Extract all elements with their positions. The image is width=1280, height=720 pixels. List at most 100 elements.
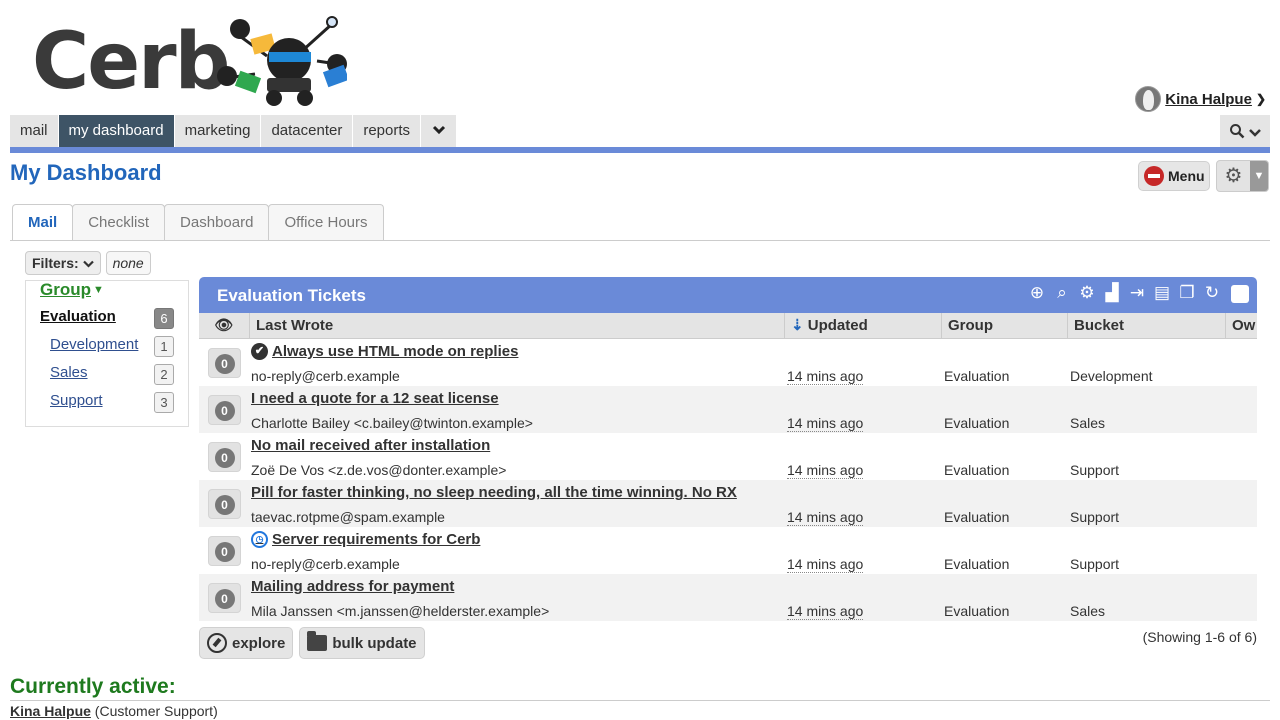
worklist-title: Evaluation Tickets xyxy=(217,286,366,305)
page-menu-button[interactable]: Menu xyxy=(1138,161,1210,191)
ticket-group: Evaluation xyxy=(944,556,1010,572)
group-count-badge: 1 xyxy=(154,336,174,357)
ticket-subject-link[interactable]: Mailing address for payment xyxy=(251,578,454,595)
worklist-toolbar: ⊕ ⌕ ⚙ ▟ ⇥ ▤ ❐ ↻ xyxy=(1027,283,1249,303)
ticket-updated: 14 mins ago xyxy=(787,603,864,620)
group-item-development[interactable]: Development xyxy=(50,336,138,353)
cerb-logo[interactable]: Cerb xyxy=(32,16,347,108)
group-heading[interactable]: Group ▼ xyxy=(40,280,104,300)
filters-bar: Filters: none xyxy=(25,251,151,275)
ticket-subject-link[interactable]: I need a quote for a 12 seat license xyxy=(251,390,499,407)
page-settings-button[interactable]: ⚙ ▼ xyxy=(1216,160,1269,192)
ticket-sender: Charlotte Bailey <c.bailey@twinton.examp… xyxy=(251,415,533,431)
nav-tab-datacenter[interactable]: datacenter xyxy=(261,115,354,147)
currently-active-heading: Currently active: xyxy=(10,675,176,698)
user-name-link[interactable]: Kina Halpue xyxy=(1165,91,1252,108)
table-row: 0 ◷ Server requirements for Cerb no-reply… xyxy=(199,527,1257,574)
nav-tab-my-dashboard[interactable]: my dashboard xyxy=(58,115,175,147)
ticket-updated: 14 mins ago xyxy=(787,509,864,526)
worklist-actions: explore bulk update xyxy=(199,627,425,659)
message-count-button[interactable]: 0 xyxy=(208,489,241,519)
chevron-down-icon[interactable]: ❯ xyxy=(1256,92,1266,106)
table-row: 0 Mailing address for payment Mila Janss… xyxy=(199,574,1257,621)
search-icon xyxy=(1230,124,1245,139)
column-last-wrote[interactable]: Last Wrote xyxy=(250,313,785,338)
page-title: My Dashboard xyxy=(10,160,162,185)
column-updated-label: Updated xyxy=(807,317,868,334)
group-count-badge: 3 xyxy=(154,392,174,413)
group-item-sales[interactable]: Sales xyxy=(50,364,88,381)
folder-icon xyxy=(307,631,328,651)
compass-icon xyxy=(207,633,227,653)
gear-icon[interactable]: ⚙ xyxy=(1077,283,1097,303)
bulk-update-button[interactable]: bulk update xyxy=(299,627,425,659)
nav-tab-marketing[interactable]: marketing xyxy=(174,115,262,147)
active-user-link[interactable]: Kina Halpue xyxy=(10,703,91,719)
nav-more-chevron-icon[interactable] xyxy=(421,115,458,147)
ticket-sender: Mila Janssen <m.janssen@helderster.examp… xyxy=(251,603,550,619)
nav-tab-mail[interactable]: mail xyxy=(10,115,59,147)
message-count: 0 xyxy=(214,354,235,374)
ticket-bucket: Support xyxy=(1070,509,1120,525)
table-row: 0 ✔ Always use HTML mode on replies no-re… xyxy=(199,339,1257,386)
section-divider xyxy=(10,700,1270,701)
user-menu[interactable]: Kina Halpue ❯ xyxy=(1135,86,1266,112)
ticket-subject-link[interactable]: ◷ Server requirements for Cerb xyxy=(251,531,480,548)
filters-dropdown[interactable]: Filters: xyxy=(25,251,101,275)
ticket-subject-link[interactable]: No mail received after installation xyxy=(251,437,490,454)
ticket-subject-link[interactable]: ✔ Always use HTML mode on replies xyxy=(251,343,518,360)
chart-icon[interactable]: ▟ xyxy=(1102,283,1122,303)
column-group[interactable]: Group xyxy=(942,313,1068,338)
copy-icon[interactable]: ❐ xyxy=(1177,283,1197,303)
ticket-updated: 14 mins ago xyxy=(787,462,864,479)
search-menu-button[interactable] xyxy=(1220,115,1270,147)
no-entry-icon xyxy=(1144,166,1164,186)
ticket-worklist: Evaluation Tickets ⊕ ⌕ ⚙ ▟ ⇥ ▤ ❐ ↻ 👁 Las… xyxy=(199,277,1257,621)
column-owner[interactable]: Ow xyxy=(1226,313,1257,338)
message-count-button[interactable]: 0 xyxy=(208,348,241,378)
group-item-support[interactable]: Support xyxy=(50,392,103,409)
tab-office-hours[interactable]: Office Hours xyxy=(268,204,384,240)
ticket-sender: Zoë De Vos <z.de.vos@donter.example> xyxy=(251,462,507,478)
group-count-badge: 6 xyxy=(154,308,174,329)
message-count-button[interactable]: 0 xyxy=(208,536,241,566)
ticket-updated: 14 mins ago xyxy=(787,415,864,432)
eye-icon[interactable]: 👁 xyxy=(199,313,250,338)
clock-icon: ◷ xyxy=(251,531,268,548)
search-icon[interactable]: ⌕ xyxy=(1052,283,1072,303)
refresh-icon[interactable]: ↻ xyxy=(1202,283,1222,303)
ticket-bucket: Sales xyxy=(1070,415,1106,431)
table-row: 0 No mail received after installation Zo… xyxy=(199,433,1257,480)
message-count: 0 xyxy=(214,401,235,421)
tab-checklist[interactable]: Checklist xyxy=(72,204,166,240)
ticket-group: Evaluation xyxy=(944,415,1010,431)
message-count-button[interactable]: 0 xyxy=(208,442,241,472)
column-updated[interactable]: ⇣ Updated xyxy=(785,313,942,338)
nav-tab-reports[interactable]: reports xyxy=(353,115,422,147)
ticket-updated: 14 mins ago xyxy=(787,556,864,573)
ticket-sender: no-reply@cerb.example xyxy=(251,556,400,572)
chevron-down-icon xyxy=(82,260,94,268)
message-count-button[interactable]: 0 xyxy=(208,395,241,425)
import-icon[interactable]: ⇥ xyxy=(1127,283,1147,303)
ticket-group: Evaluation xyxy=(944,603,1010,619)
explore-button[interactable]: explore xyxy=(199,627,294,659)
group-item-evaluation[interactable]: Evaluation xyxy=(40,308,116,325)
column-bucket[interactable]: Bucket xyxy=(1068,313,1226,338)
tab-dashboard[interactable]: Dashboard xyxy=(164,204,270,240)
ticket-bucket: Sales xyxy=(1070,603,1106,619)
export-icon[interactable]: ▤ xyxy=(1152,283,1172,303)
table-row: 0 Pill for faster thinking, no sleep nee… xyxy=(199,480,1257,527)
ticket-subject: Server requirements for Cerb xyxy=(272,531,481,548)
filter-value[interactable]: none xyxy=(105,251,151,275)
select-all-checkbox[interactable] xyxy=(1231,285,1249,303)
top-navigation: mail my dashboard marketing datacenter r… xyxy=(10,115,1270,147)
message-count-button[interactable]: 0 xyxy=(208,583,241,613)
ticket-subject-link[interactable]: Pill for faster thinking, no sleep needi… xyxy=(251,484,737,501)
tab-mail[interactable]: Mail xyxy=(12,204,74,241)
message-count: 0 xyxy=(214,448,235,468)
ticket-sender: no-reply@cerb.example xyxy=(251,368,400,384)
group-heading-label: Group xyxy=(40,280,91,299)
ticket-group: Evaluation xyxy=(944,368,1010,384)
add-icon[interactable]: ⊕ xyxy=(1027,283,1047,303)
